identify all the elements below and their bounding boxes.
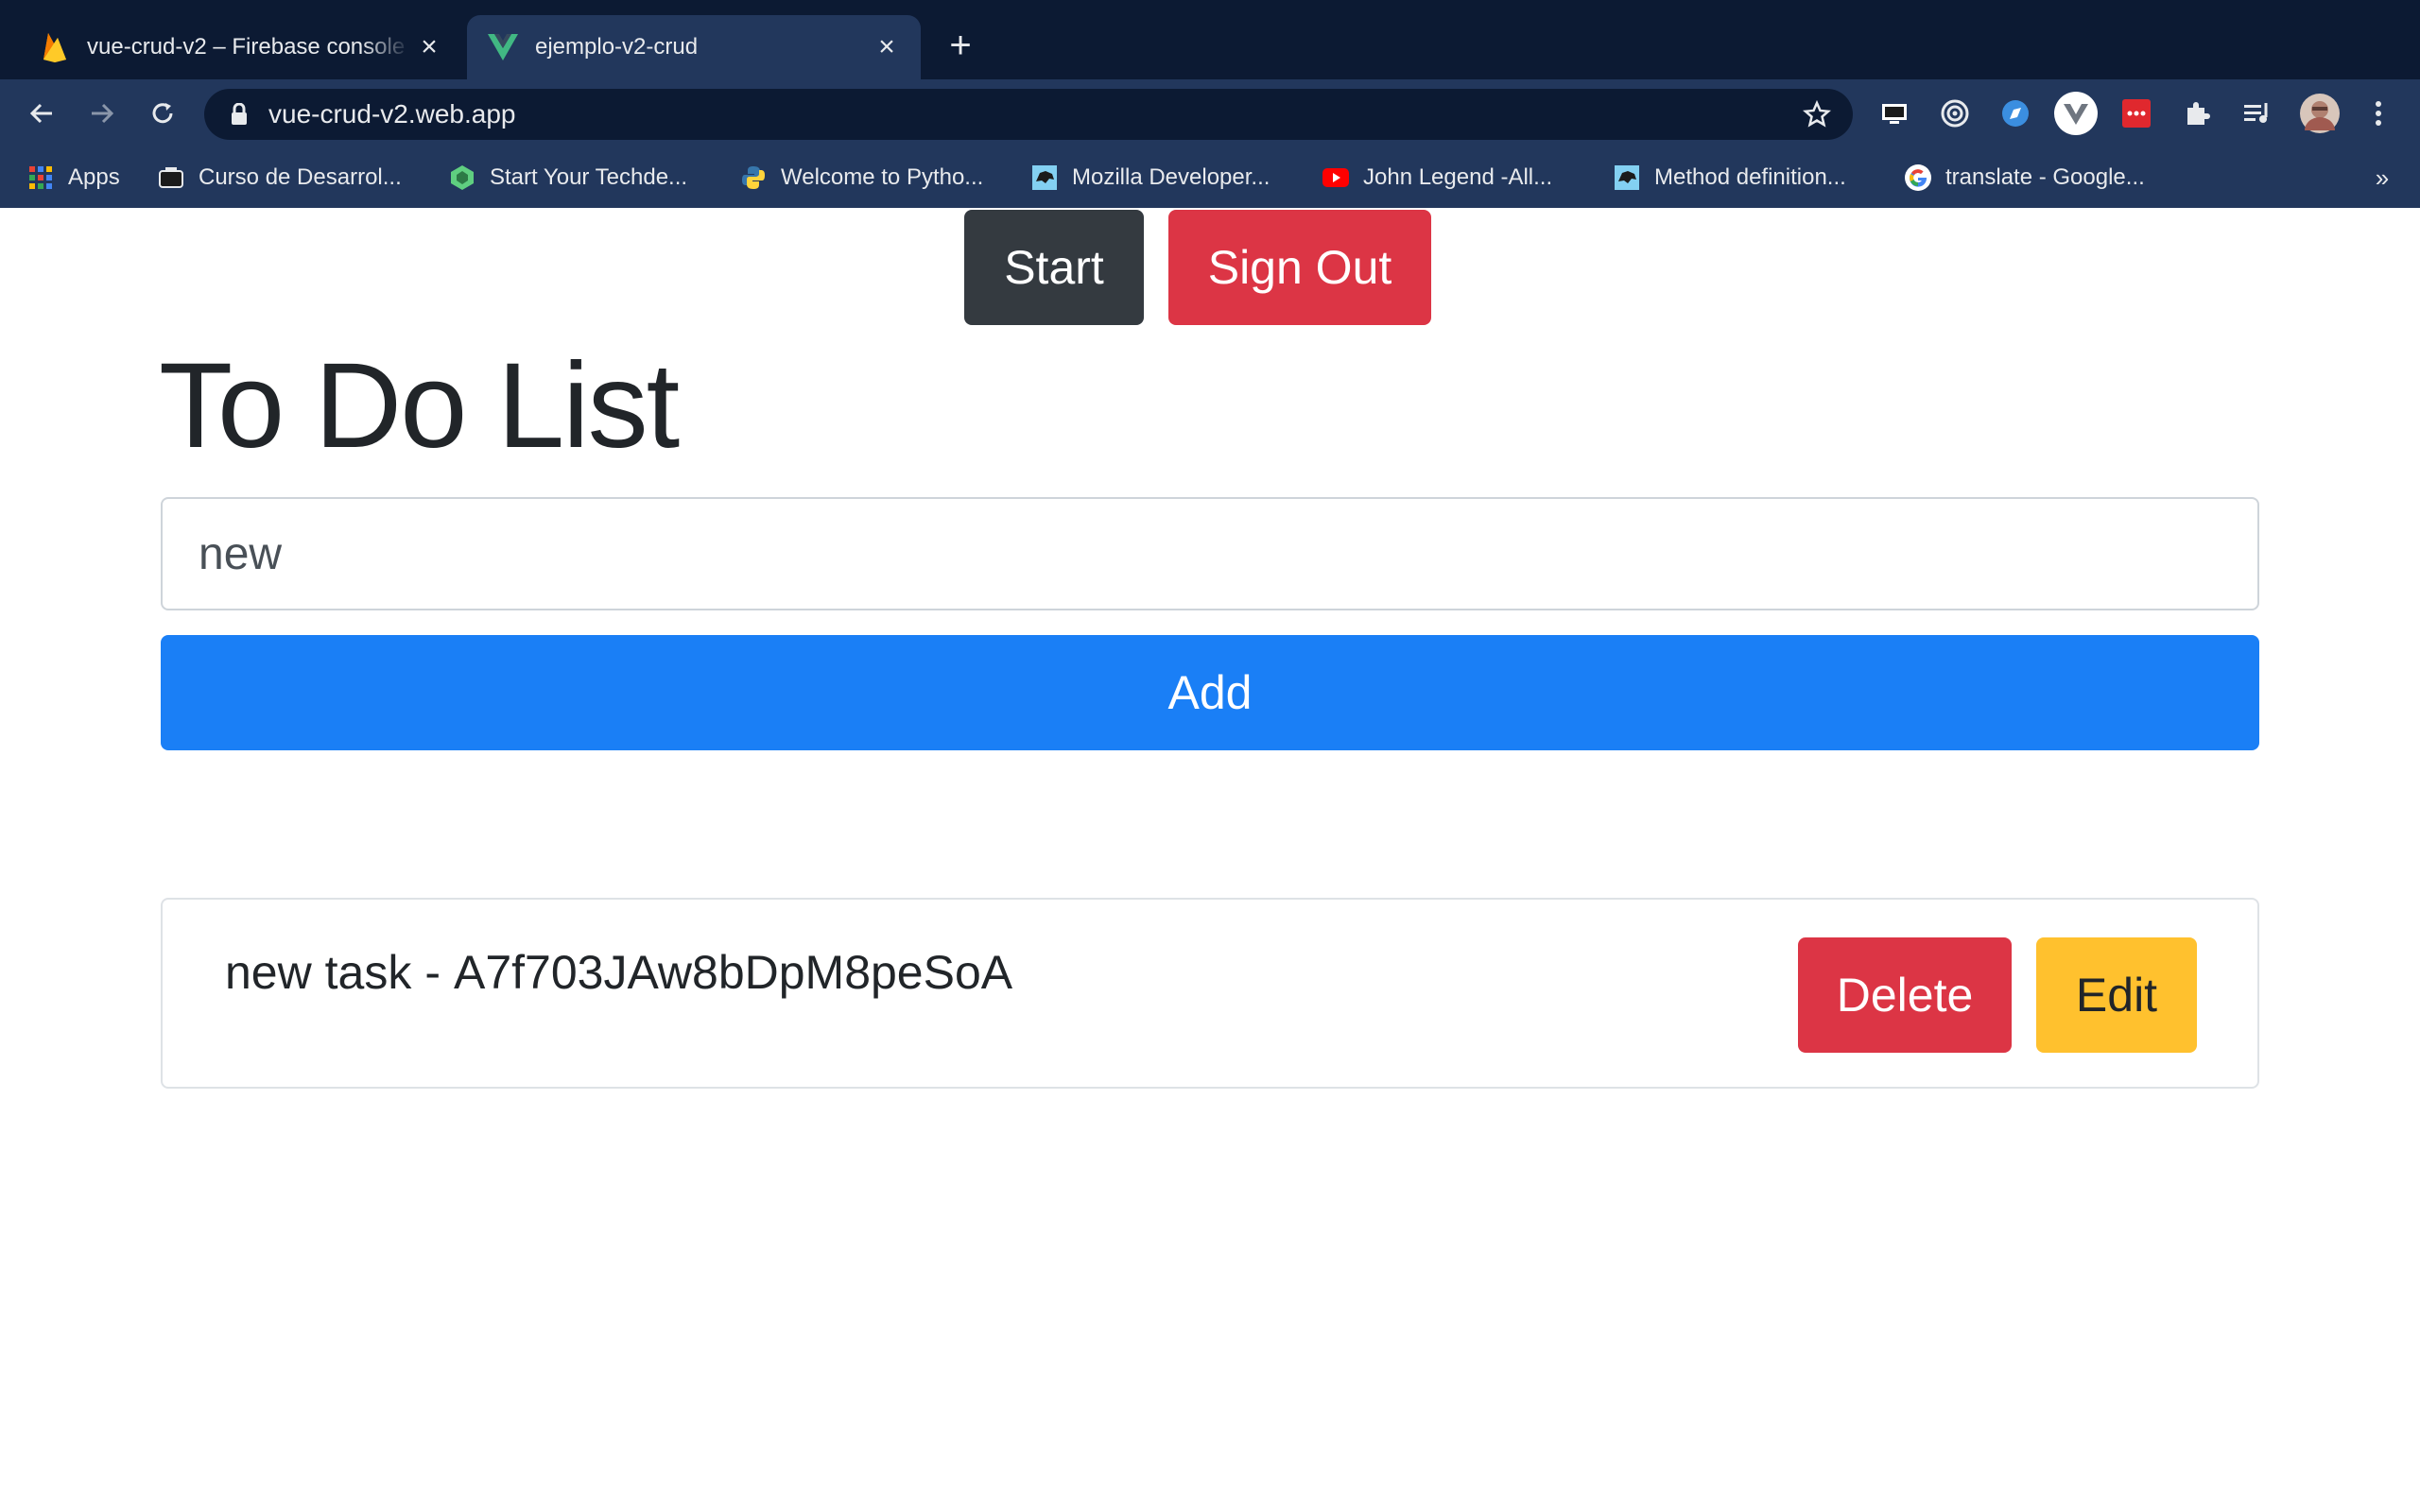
mdn-icon	[1613, 163, 1641, 192]
bookmark-label: Apps	[68, 164, 120, 190]
bookmark-label: Mozilla Developer...	[1072, 164, 1270, 190]
target-extension-icon[interactable]	[1936, 94, 1974, 132]
lock-icon	[225, 100, 253, 129]
google-icon	[1904, 163, 1932, 192]
youtube-icon	[1322, 163, 1350, 192]
task-text: new task - A7f703JAw8bDpM8peSoA	[225, 945, 1012, 1000]
bookmark-star-icon[interactable]	[1798, 95, 1836, 133]
chevron-double-right-icon[interactable]: »	[2363, 159, 2401, 197]
bookmark-label: Method definition...	[1654, 164, 1846, 190]
task-input[interactable]	[161, 497, 2259, 610]
browser-toolbar: vue-crud-v2.web.app	[0, 79, 2420, 147]
bookmark-curso[interactable]: Curso de Desarrol...	[157, 159, 402, 197]
menu-kebab-icon[interactable]	[2360, 94, 2397, 132]
page-title: To Do List	[159, 338, 680, 473]
screen-extension-icon[interactable]	[1876, 94, 1913, 132]
task-name: new task	[225, 946, 412, 999]
avatar[interactable]	[2297, 91, 2342, 136]
bookmark-label: Curso de Desarrol...	[199, 164, 402, 190]
browser-tab-firebase[interactable]: vue-crud-v2 – Firebase console ×	[19, 15, 463, 79]
task-id: A7f703JAw8bDpM8peSoA	[453, 946, 1013, 999]
browser-tab-bar: vue-crud-v2 – Firebase console × ejemplo…	[0, 0, 2420, 79]
bookmark-youtube[interactable]: John Legend -All...	[1322, 159, 1552, 197]
reload-icon[interactable]	[142, 93, 183, 134]
bookmark-python[interactable]: Welcome to Pytho...	[739, 159, 983, 197]
bookmark-label: Welcome to Pytho...	[781, 164, 984, 190]
bookmark-label: translate - Google...	[1945, 164, 2145, 190]
bookmark-label: John Legend -All...	[1363, 164, 1553, 190]
browser-tab-ejemplo[interactable]: ejemplo-v2-crud ×	[467, 15, 921, 79]
python-icon	[739, 163, 768, 192]
tab-title: vue-crud-v2 – Firebase console	[87, 34, 406, 60]
bookmark-mozilla[interactable]: Mozilla Developer...	[1030, 159, 1270, 197]
task-separator: -	[424, 946, 441, 999]
close-icon[interactable]: ×	[410, 28, 448, 66]
edit-button[interactable]: Edit	[2036, 937, 2197, 1053]
new-tab-icon[interactable]: +	[942, 25, 979, 66]
sign-out-button[interactable]: Sign Out	[1168, 210, 1431, 325]
firebase-icon	[38, 30, 72, 64]
address-bar[interactable]: vue-crud-v2.web.app	[204, 89, 1853, 140]
tab-title: ejemplo-v2-crud	[535, 34, 699, 60]
add-button[interactable]: Add	[161, 635, 2259, 750]
bookmark-label: Start Your Techde...	[490, 164, 688, 190]
dots-extension-icon[interactable]	[2118, 94, 2155, 132]
vue-icon	[486, 30, 520, 64]
start-button[interactable]: Start	[964, 210, 1144, 325]
bookmarks-bar: Apps Curso de Desarrol... Start Your Tec…	[0, 147, 2420, 208]
bookmark-techdegree[interactable]: Start Your Techde...	[448, 159, 687, 197]
bookmark-method-definition[interactable]: Method definition...	[1613, 159, 1846, 197]
media-queue-icon[interactable]	[2238, 94, 2276, 132]
task-card: new task - A7f703JAw8bDpM8peSoA Delete Edi…	[161, 898, 2259, 1089]
compass-extension-icon[interactable]	[1996, 94, 2034, 132]
back-arrow-icon[interactable]	[21, 93, 62, 134]
puzzle-extensions-icon[interactable]	[2178, 94, 2216, 132]
url-text: vue-crud-v2.web.app	[268, 99, 516, 129]
mdn-icon	[1030, 163, 1059, 192]
apps-grid-icon	[26, 163, 55, 192]
close-icon[interactable]: ×	[868, 28, 906, 66]
course-icon	[157, 163, 185, 192]
delete-button[interactable]: Delete	[1798, 937, 2012, 1053]
vue-devtools-icon[interactable]	[2053, 91, 2099, 136]
techdegree-icon	[448, 163, 476, 192]
bookmark-apps[interactable]: Apps	[26, 159, 120, 197]
bookmark-translate[interactable]: translate - Google...	[1904, 159, 2145, 197]
forward-arrow-icon[interactable]	[81, 93, 123, 134]
